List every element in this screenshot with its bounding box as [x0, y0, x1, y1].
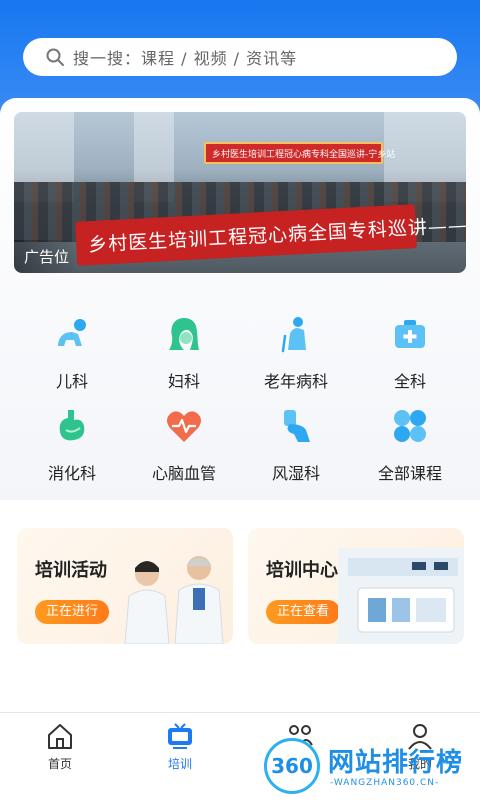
- doctors-illustration: [124, 556, 224, 644]
- category-label: 全部课程: [377, 464, 442, 483]
- category-gastro[interactable]: 消化科: [12, 406, 132, 496]
- card-training-activity[interactable]: 培训活动 正在进行: [17, 528, 233, 644]
- category-gynecology[interactable]: 妇科: [124, 314, 244, 404]
- feature-cards: 培训活动 正在进行 培训中心 正在查看: [0, 528, 480, 648]
- category-geriatrics[interactable]: 老年病科: [236, 314, 356, 404]
- woman-face-icon: [169, 318, 199, 350]
- baby-crawl-icon: [58, 319, 86, 346]
- building-sign-text: 乡村医生培训工程冠心病专科全国巡讲-宁乡站: [212, 150, 396, 160]
- category-pediatrics[interactable]: 儿科: [12, 314, 132, 404]
- tab-home[interactable]: 首页: [0, 721, 120, 772]
- watermark-logo: 360: [264, 738, 320, 794]
- building-sign: 乡村医生培训工程冠心病专科全国巡讲-宁乡站: [204, 142, 395, 164]
- joint-icon: [284, 410, 310, 442]
- category-all-courses[interactable]: 全部课程: [350, 406, 470, 496]
- search-bar[interactable]: 搜一搜：课程 / 视频 / 资讯等: [23, 38, 457, 76]
- category-label: 消化科: [47, 464, 96, 483]
- category-general[interactable]: 全科: [350, 314, 470, 404]
- category-label: 风湿科: [271, 464, 320, 483]
- category-label: 全科: [393, 372, 426, 391]
- watermark-url: -WANGZHAN360.CN-: [330, 778, 440, 788]
- ad-label: 广告位: [14, 240, 80, 273]
- tab-label: 首页: [47, 757, 72, 771]
- search-icon: [46, 48, 64, 66]
- stomach-icon: [59, 410, 85, 441]
- site-watermark: 360 网站排行榜 -WANGZHAN360.CN-: [264, 738, 474, 798]
- card-title: 培训活动: [35, 560, 107, 581]
- watermark-title: 网站排行榜: [328, 748, 464, 778]
- category-label: 老年病科: [263, 372, 328, 391]
- category-label: 妇科: [167, 372, 200, 391]
- category-cardio[interactable]: 心脑血管: [124, 406, 244, 496]
- training-tv-icon: [168, 723, 192, 749]
- reception-desk-illustration: [338, 548, 464, 644]
- category-label: 儿科: [55, 372, 88, 391]
- watermark-logo-text: 360: [271, 754, 313, 778]
- card-title: 培训中心: [266, 560, 338, 581]
- elderly-icon: [281, 317, 306, 353]
- category-label: 心脑血管: [151, 464, 216, 483]
- tab-label: 培训: [167, 757, 192, 771]
- status-button[interactable]: 正在进行: [35, 600, 110, 624]
- status-button[interactable]: 正在查看: [266, 600, 341, 624]
- all-grid-icon: [394, 410, 426, 442]
- tab-training[interactable]: 培训: [120, 721, 240, 772]
- home-icon: [48, 724, 72, 749]
- heart-pulse-icon: [167, 411, 201, 442]
- card-training-center[interactable]: 培训中心 正在查看: [248, 528, 464, 644]
- category-rheumatology[interactable]: 风湿科: [236, 406, 356, 496]
- ad-banner[interactable]: 乡村医生培训工程冠心病专科全国巡讲-宁乡站 乡村医生培训工程冠心病全国专科巡讲—…: [14, 112, 466, 273]
- search-placeholder: 搜一搜：课程 / 视频 / 资讯等: [73, 49, 298, 68]
- medical-kit-icon: [395, 320, 425, 348]
